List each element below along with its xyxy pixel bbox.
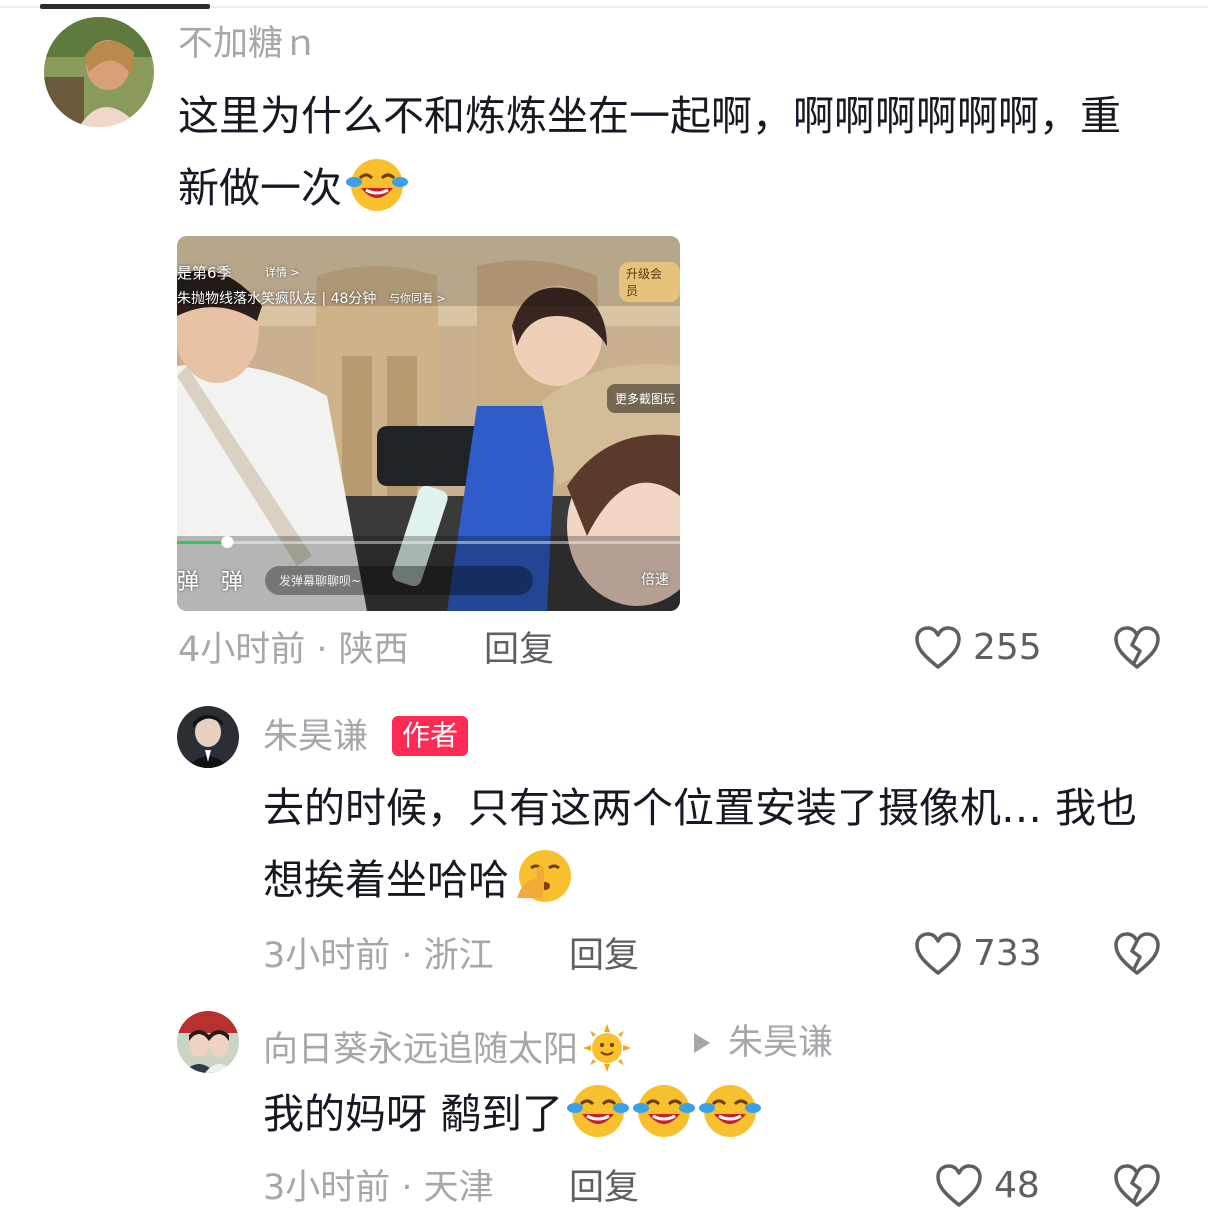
reply-arrow-icon xyxy=(692,1031,712,1059)
heart-icon xyxy=(913,623,963,677)
watch-together-link[interactable]: 与你同看 > xyxy=(389,290,446,306)
video-detail-link[interactable]: 详情 > xyxy=(265,264,300,280)
shushing-face-emoji-icon xyxy=(513,848,573,926)
comment-username[interactable]: 不加糖ｎ xyxy=(178,24,318,64)
dislike-button[interactable] xyxy=(1112,1161,1162,1215)
comment-username: 向日葵永远追随太阳 xyxy=(263,1023,632,1082)
avatar[interactable] xyxy=(44,17,154,127)
comment-time-location: 3小时前 · 天津 xyxy=(263,1168,494,1208)
scroll-indicator xyxy=(40,4,210,9)
crying-laughing-emoji-icon xyxy=(567,1082,630,1160)
crying-laughing-emoji-icon xyxy=(699,1082,762,1160)
broken-heart-icon xyxy=(1112,626,1162,677)
crying-laughing-emoji-icon xyxy=(633,1082,696,1160)
vip-upgrade-badge[interactable]: 升级会员 xyxy=(619,262,680,302)
sun-face-emoji-icon xyxy=(582,1023,632,1082)
avatar[interactable] xyxy=(177,706,239,768)
broken-heart-icon xyxy=(1112,1164,1162,1215)
playback-speed-button[interactable]: 倍速 xyxy=(641,569,669,589)
comment-time-location: 3小时前 · 浙江 xyxy=(263,936,494,976)
video-episode-line: 朱抛物线落水笑疯队友 | 48分钟 xyxy=(177,291,377,307)
comment-text-body: 我的妈呀 鹬到了 xyxy=(263,1090,564,1138)
broken-heart-icon xyxy=(1112,932,1162,983)
comment-text: 去的时候，只有这两个位置安装了摄像机… 我也想挨着坐哈哈 xyxy=(263,772,1163,926)
comment-text-body: 去的时候，只有这两个位置安装了摄像机… 我也想挨着坐哈哈 xyxy=(263,784,1138,904)
danmu-settings[interactable]: 弹 xyxy=(221,564,243,596)
comment-text: 这里为什么不和炼炼坐在一起啊，啊啊啊啊啊啊，重新做一次 xyxy=(178,80,1158,234)
reply-to-username[interactable]: 朱昊谦 xyxy=(728,1023,833,1063)
comment-text: 我的妈呀 鹬到了 xyxy=(263,1078,1163,1160)
like-count: 255 xyxy=(973,627,1042,668)
reply-button[interactable]: 回复 xyxy=(484,630,554,670)
comment-username-text[interactable]: 向日葵永远追随太阳 xyxy=(263,1030,578,1070)
reply-button[interactable]: 回复 xyxy=(569,936,639,976)
video-season-label: 是第6季 xyxy=(177,264,232,282)
danmu-input[interactable]: 发弹幕聊聊呗~ xyxy=(265,566,533,595)
comment-username[interactable]: 朱昊谦 xyxy=(263,717,368,757)
author-badge: 作者 xyxy=(392,716,469,756)
comment-text-body: 这里为什么不和炼炼坐在一起啊，啊啊啊啊啊啊，重新做一次 xyxy=(178,92,1121,212)
danmu-toggle-left[interactable]: 弹 xyxy=(177,564,199,596)
dislike-button[interactable] xyxy=(1112,929,1162,983)
crying-laughing-emoji-icon xyxy=(346,156,408,234)
heart-icon xyxy=(913,929,963,983)
avatar[interactable] xyxy=(177,1011,239,1073)
heart-icon xyxy=(934,1161,984,1215)
reply-button[interactable]: 回复 xyxy=(569,1168,639,1208)
dislike-button[interactable] xyxy=(1112,623,1162,677)
more-screenshots-button[interactable]: 更多截图玩 xyxy=(607,384,680,413)
video-thumbnail[interactable]: 是第6季 详情 > 朱抛物线落水笑疯队友 | 48分钟 与你同看 > 升级会员 … xyxy=(177,236,680,611)
like-count: 733 xyxy=(973,933,1042,974)
like-count: 48 xyxy=(994,1165,1040,1206)
comment-time-location: 4小时前 · 陕西 xyxy=(178,630,409,670)
